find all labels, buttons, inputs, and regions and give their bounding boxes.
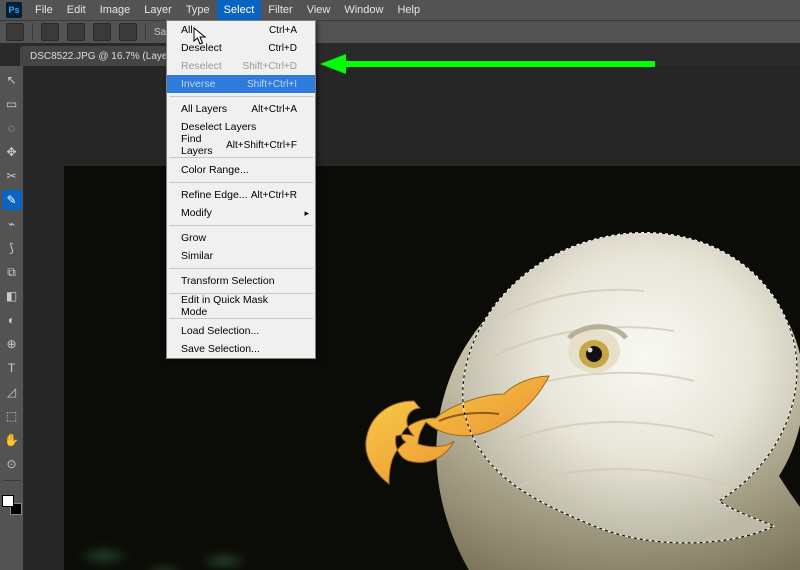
menuitem-deselect[interactable]: Deselect Ctrl+D [167,39,315,57]
menu-help[interactable]: Help [390,0,427,20]
menuitem-load-selection[interactable]: Load Selection... [167,322,315,340]
foreground-color-swatch[interactable] [2,495,14,507]
menu-select[interactable]: Select [217,0,262,20]
menuitem-all[interactable]: All Ctrl+A [167,21,315,39]
menuitem-refine-edge[interactable]: Refine Edge... Alt+Ctrl+R [167,186,315,204]
select-menu-dropdown: All Ctrl+A Deselect Ctrl+D Reselect Shif… [166,20,316,359]
marquee-tool[interactable]: ▭ [2,94,22,114]
menuitem-label: Find Layers [181,133,226,157]
healing-tool[interactable]: ⌁ [2,214,22,234]
options-bar: Sam… [0,20,800,44]
menuitem-transform-selection[interactable]: Transform Selection [167,272,315,290]
crop-tool[interactable]: ✂ [2,166,22,186]
color-swatches[interactable] [2,495,22,515]
menu-view[interactable]: View [300,0,338,20]
eagle-image [294,166,800,570]
menuitem-find-layers[interactable]: Find Layers Alt+Shift+Ctrl+F [167,136,315,154]
menu-bar: Ps File Edit Image Layer Type Select Fil… [0,0,800,20]
shape-tool[interactable]: ⬚ [2,406,22,426]
type-tool[interactable]: T [2,358,22,378]
menuitem-label: All Layers [181,103,227,115]
menuitem-shortcut: Alt+Ctrl+R [251,190,297,201]
submenu-arrow-icon: ▸ [304,208,309,219]
menuitem-label: Modify [181,207,212,219]
clone-tool[interactable]: ⧉ [2,262,22,282]
menu-separator [169,182,313,183]
menuitem-label: Reselect [181,60,222,72]
tool-preset-button[interactable] [6,23,24,41]
menu-separator [169,225,313,226]
dodge-tool[interactable]: ◐ [2,310,22,330]
menuitem-modify[interactable]: Modify ▸ [167,204,315,222]
menuitem-label: Grow [181,232,206,244]
lasso-tool[interactable]: ◌ [2,118,22,138]
toolbox: ↖ ▭ ◌ ✥ ✂ ✎ ⌁ ⟆ ⧉ ◧ ◐ ⊕ T ◿ ⬚ ✋ ⊙ [0,66,24,570]
menuitem-shortcut: Shift+Ctrl+I [247,79,297,90]
menuitem-label: Save Selection... [181,343,260,355]
menuitem-shortcut: Alt+Shift+Ctrl+F [226,140,297,151]
menuitem-shortcut: Shift+Ctrl+D [243,61,297,72]
menuitem-label: Deselect Layers [181,121,256,133]
separator [32,23,33,41]
menuitem-label: Edit in Quick Mask Mode [181,294,297,318]
menu-edit[interactable]: Edit [60,0,93,20]
option-swatch-2[interactable] [67,23,85,41]
quick-select-tool[interactable]: ✥ [2,142,22,162]
menuitem-all-layers[interactable]: All Layers Alt+Ctrl+A [167,100,315,118]
menuitem-shortcut: Ctrl+A [269,25,297,36]
menu-type[interactable]: Type [179,0,217,20]
option-swatch-3[interactable] [93,23,111,41]
eyedropper-tool[interactable]: ✎ [2,190,22,210]
menuitem-inverse[interactable]: Inverse Shift+Ctrl+I [167,75,315,93]
gradient-tool[interactable]: ◧ [2,286,22,306]
menuitem-label: Inverse [181,78,215,90]
separator [145,23,146,41]
menuitem-label: Similar [181,250,213,262]
path-tool[interactable]: ◿ [2,382,22,402]
app-logo: Ps [6,2,22,18]
workspace: ↖ ▭ ◌ ✥ ✂ ✎ ⌁ ⟆ ⧉ ◧ ◐ ⊕ T ◿ ⬚ ✋ ⊙ [0,66,800,570]
menuitem-label: Transform Selection [181,275,275,287]
menuitem-label: Color Range... [181,164,249,176]
menuitem-similar[interactable]: Similar [167,247,315,265]
menuitem-reselect: Reselect Shift+Ctrl+D [167,57,315,75]
pen-tool[interactable]: ⊕ [2,334,22,354]
menu-image[interactable]: Image [93,0,138,20]
hand-tool[interactable]: ✋ [2,430,22,450]
menu-layer[interactable]: Layer [137,0,179,20]
menuitem-label: All [181,24,193,36]
option-swatch-4[interactable] [119,23,137,41]
menu-file[interactable]: File [28,0,60,20]
menuitem-label: Load Selection... [181,325,259,337]
menuitem-grow[interactable]: Grow [167,229,315,247]
menuitem-save-selection[interactable]: Save Selection... [167,340,315,358]
menuitem-shortcut: Ctrl+D [268,43,297,54]
move-tool[interactable]: ↖ [2,70,22,90]
menu-separator [169,96,313,97]
menu-filter[interactable]: Filter [261,0,299,20]
menuitem-shortcut: Alt+Ctrl+A [251,104,297,115]
menuitem-quick-mask[interactable]: Edit in Quick Mask Mode [167,297,315,315]
menuitem-label: Refine Edge... [181,189,248,201]
ground-blur [64,526,264,570]
menuitem-color-range[interactable]: Color Range... [167,161,315,179]
brush-tool[interactable]: ⟆ [2,238,22,258]
document-tab-bar: DSC8522.JPG @ 16.7% (Layer 1, RGB/… × [0,44,800,66]
menu-separator [169,268,313,269]
canvas-area [24,66,800,570]
menuitem-label: Deselect [181,42,222,54]
zoom-tool[interactable]: ⊙ [2,454,22,474]
tool-separator [3,480,21,481]
menu-window[interactable]: Window [337,0,390,20]
menu-separator [169,157,313,158]
menu-separator [169,318,313,319]
option-swatch-1[interactable] [41,23,59,41]
